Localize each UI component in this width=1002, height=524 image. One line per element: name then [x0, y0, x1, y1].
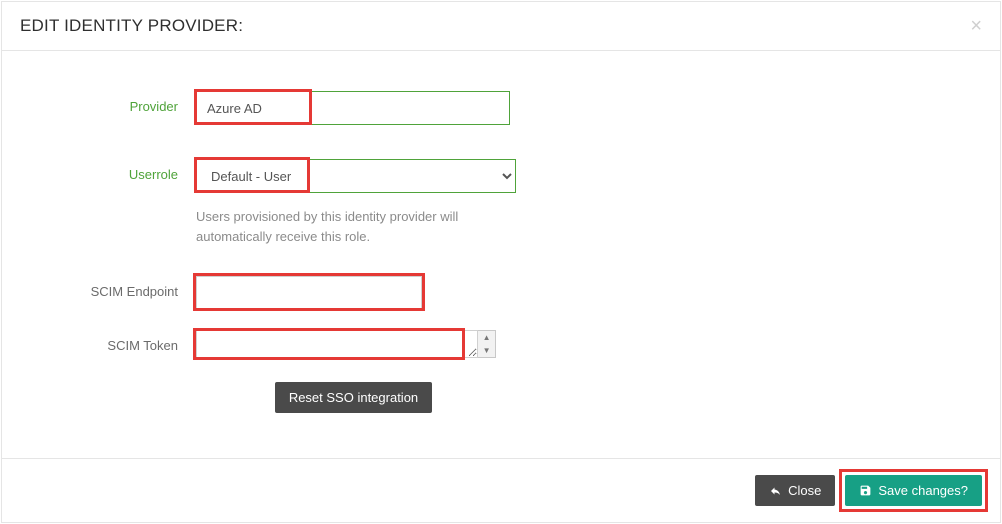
reset-sso-label: Reset SSO integration — [289, 390, 418, 405]
userrole-select[interactable]: Default - User — [196, 159, 516, 193]
label-scim-endpoint: SCIM Endpoint — [32, 276, 196, 299]
scim-endpoint-input[interactable] — [196, 276, 422, 310]
row-scim-token: SCIM Token ▲ ▼ — [32, 330, 970, 358]
modal-body: Provider Userrole Default - User Users p… — [2, 51, 1000, 458]
close-icon[interactable]: × — [970, 16, 982, 36]
modal-title: EDIT IDENTITY PROVIDER: — [20, 16, 243, 36]
label-scim-token: SCIM Token — [32, 330, 196, 353]
label-provider: Provider — [32, 91, 196, 114]
spinner-up-icon[interactable]: ▲ — [478, 331, 495, 344]
provider-input[interactable] — [196, 91, 510, 125]
scim-token-input[interactable] — [196, 330, 478, 358]
reply-icon — [769, 485, 782, 497]
edit-identity-provider-modal: EDIT IDENTITY PROVIDER: × Provider Userr… — [1, 1, 1001, 523]
save-button-label: Save changes? — [878, 483, 968, 498]
row-provider: Provider — [32, 91, 970, 125]
reset-sso-button[interactable]: Reset SSO integration — [275, 382, 432, 413]
row-scim-endpoint: SCIM Endpoint — [32, 276, 970, 310]
modal-header: EDIT IDENTITY PROVIDER: × — [2, 2, 1000, 51]
close-button-label: Close — [788, 483, 821, 498]
userrole-help-text: Users provisioned by this identity provi… — [196, 207, 516, 246]
label-userrole: Userrole — [32, 159, 196, 182]
save-changes-button[interactable]: Save changes? — [845, 475, 982, 506]
save-icon — [859, 484, 872, 497]
row-userrole: Userrole Default - User Users provisione… — [32, 159, 970, 246]
textarea-spinner[interactable]: ▲ ▼ — [478, 330, 496, 358]
modal-footer: Close Save changes? — [2, 458, 1000, 522]
close-button[interactable]: Close — [755, 475, 835, 506]
spinner-down-icon[interactable]: ▼ — [478, 344, 495, 357]
